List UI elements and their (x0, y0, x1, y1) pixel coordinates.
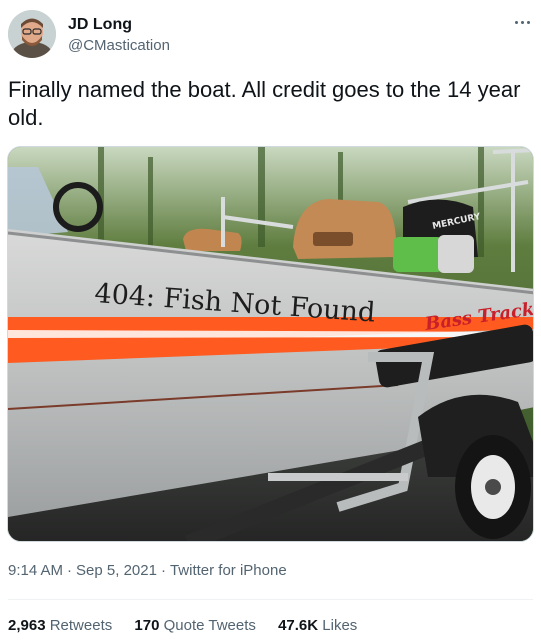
display-name[interactable]: JD Long (68, 15, 170, 35)
tweet-photo[interactable]: MERCURY 404: Fish Not Found Bass Tracker (7, 146, 534, 542)
likes-count: 47.6K (278, 617, 319, 634)
retweets-count: 2,963 (8, 617, 46, 634)
avatar[interactable] (8, 10, 56, 58)
retweets-stat[interactable]: 2,963 Retweets (8, 616, 112, 636)
retweets-label: Retweets (49, 617, 113, 634)
tweet-metadata: 9:14 AM · Sep 5, 2021 · Twitter for iPhone (8, 561, 287, 581)
avatar-image (8, 10, 56, 58)
meta-separator: · (160, 562, 166, 579)
author-names: JD Long @CMastication (68, 15, 170, 56)
quote-tweets-label: Quote Tweets (163, 617, 256, 634)
divider (8, 599, 533, 600)
meta-separator: · (67, 562, 73, 579)
engagement-stats: 2,963 Retweets 170 Quote Tweets 47.6K Li… (8, 616, 375, 636)
tweet-text: Finally named the boat. All credit goes … (8, 77, 521, 130)
tweet-date[interactable]: Sep 5, 2021 (76, 562, 157, 579)
more-options-icon[interactable] (513, 14, 533, 30)
quote-tweets-stat[interactable]: 170 Quote Tweets (134, 616, 255, 636)
likes-stat[interactable]: 47.6K Likes (278, 616, 357, 636)
user-handle[interactable]: @CMastication (68, 36, 170, 56)
tweet-time[interactable]: 9:14 AM (8, 562, 63, 579)
tweet-source[interactable]: Twitter for iPhone (170, 562, 287, 579)
tweet-header: JD Long @CMastication (8, 8, 533, 64)
boat-photo: MERCURY 404: Fish Not Found Bass Tracker (8, 147, 533, 541)
quote-tweets-count: 170 (134, 617, 160, 634)
likes-label: Likes (322, 617, 358, 634)
